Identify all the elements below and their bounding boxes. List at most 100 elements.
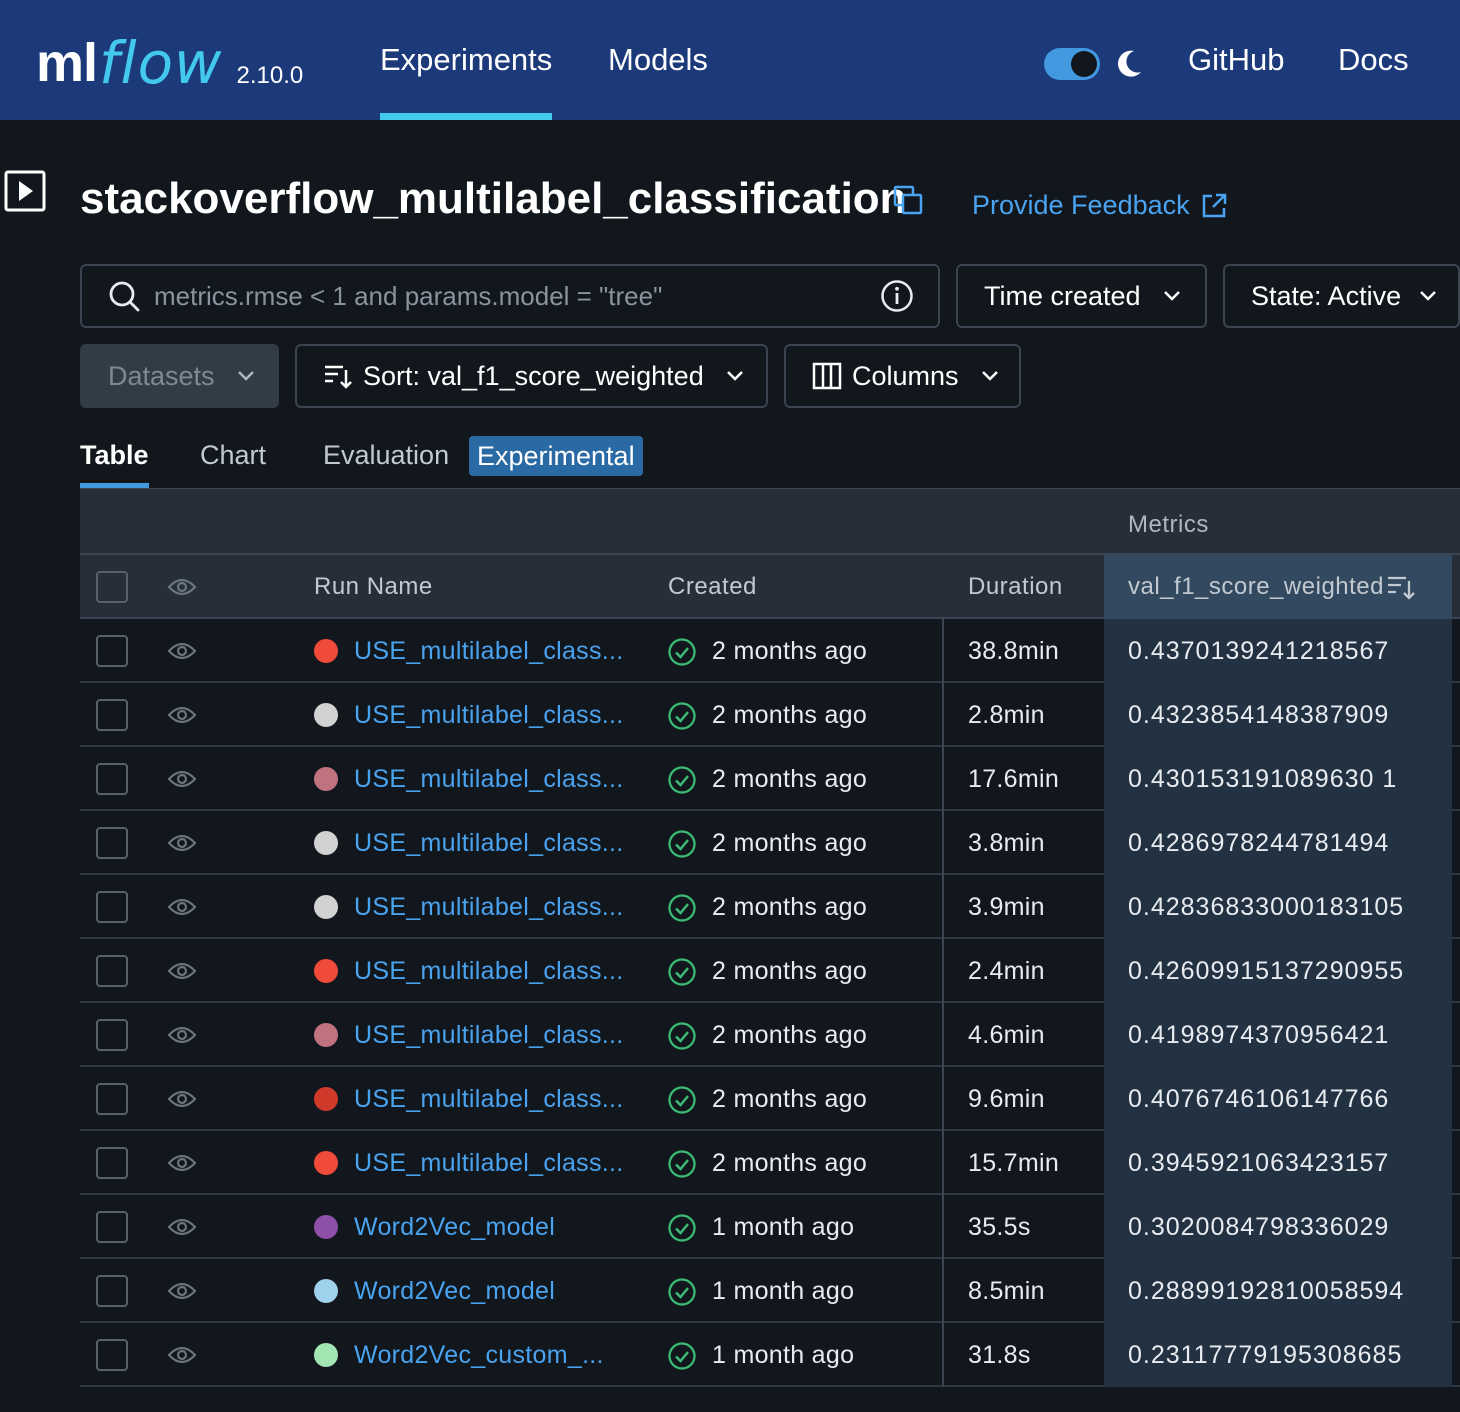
search-input[interactable] — [154, 280, 880, 312]
column-divider — [942, 1131, 944, 1195]
state-filter-dropdown[interactable]: State: Active — [1223, 264, 1460, 328]
row-checkbox[interactable] — [96, 891, 128, 923]
created-cell: 2 months ago — [712, 764, 868, 793]
copy-icon[interactable] — [892, 184, 924, 216]
table-row[interactable]: Word2Vec_custom_... 1 month ago 31.8s 0.231… — [80, 1323, 1460, 1387]
created-header[interactable]: Created — [668, 555, 757, 619]
column-divider — [942, 683, 944, 747]
run-color-dot[interactable] — [314, 1343, 338, 1367]
eye-icon[interactable] — [167, 1345, 197, 1365]
table-row[interactable]: USE_multilabel_class... 2 months ago 15.7m… — [80, 1131, 1460, 1195]
run-name-link[interactable]: USE_multilabel_class... — [354, 619, 624, 683]
eye-icon[interactable] — [167, 705, 197, 725]
run-color-dot[interactable] — [314, 1087, 338, 1111]
external-link-icon — [1202, 193, 1226, 217]
row-checkbox[interactable] — [96, 1339, 128, 1371]
run-name-header[interactable]: Run Name — [314, 555, 433, 619]
column-header-row: Run Name Created Duration val_f1_score_w… — [80, 555, 1460, 619]
docs-link[interactable]: Docs — [1338, 0, 1409, 120]
row-checkbox[interactable] — [96, 699, 128, 731]
table-row[interactable]: USE_multilabel_class... 2 months ago 3.9mi… — [80, 875, 1460, 939]
run-name-link[interactable]: Word2Vec_model — [354, 1195, 555, 1259]
eye-icon[interactable] — [167, 641, 197, 661]
eye-icon[interactable] — [167, 1281, 197, 1301]
mlflow-logo[interactable]: ml flow 2.10.0 — [36, 14, 303, 104]
row-checkbox[interactable] — [96, 635, 128, 667]
table-row[interactable]: Word2Vec_model 1 month ago 8.5min 0.2889919… — [80, 1259, 1460, 1323]
table-row[interactable]: USE_multilabel_class... 2 months ago 38.8m… — [80, 619, 1460, 683]
table-row[interactable]: USE_multilabel_class... 2 months ago 2.8mi… — [80, 683, 1460, 747]
select-all-checkbox[interactable] — [96, 571, 128, 603]
eye-icon[interactable] — [167, 577, 197, 597]
table-row[interactable]: USE_multilabel_class... 2 months ago 4.6mi… — [80, 1003, 1460, 1067]
run-color-dot[interactable] — [314, 1279, 338, 1303]
run-color-dot[interactable] — [314, 1151, 338, 1175]
run-name-link[interactable]: USE_multilabel_class... — [354, 747, 624, 811]
check-circle-icon — [668, 1086, 696, 1114]
run-color-dot[interactable] — [314, 831, 338, 855]
eye-icon[interactable] — [167, 1153, 197, 1173]
metric-cell: 0.42609915137290955 — [1128, 956, 1405, 985]
eye-icon[interactable] — [167, 897, 197, 917]
run-color-dot[interactable] — [314, 1215, 338, 1239]
run-name-link[interactable]: USE_multilabel_class... — [354, 875, 624, 939]
run-name-link[interactable]: Word2Vec_model — [354, 1259, 555, 1323]
sidebar-toggle-icon[interactable] — [4, 170, 46, 212]
run-name-link[interactable]: Word2Vec_custom_... — [354, 1323, 604, 1387]
row-checkbox[interactable] — [96, 1083, 128, 1115]
row-checkbox[interactable] — [96, 1275, 128, 1307]
columns-icon — [812, 362, 842, 390]
chevron-down-icon — [1163, 291, 1180, 301]
nav-experiments[interactable]: Experiments — [380, 0, 553, 120]
row-checkbox[interactable] — [96, 1147, 128, 1179]
sort-dropdown[interactable]: Sort: val_f1_score_weighted — [295, 344, 768, 408]
info-icon[interactable] — [880, 279, 914, 313]
duration-header[interactable]: Duration — [968, 555, 1063, 619]
search-box — [80, 264, 940, 328]
nav-models[interactable]: Models — [608, 0, 708, 120]
table-row[interactable]: USE_multilabel_class... 2 months ago 2.4mi… — [80, 939, 1460, 1003]
row-checkbox[interactable] — [96, 1019, 128, 1051]
table-row[interactable]: Word2Vec_model 1 month ago 35.5s 0.30200847… — [80, 1195, 1460, 1259]
github-link[interactable]: GitHub — [1188, 0, 1284, 120]
run-name-link[interactable]: USE_multilabel_class... — [354, 683, 624, 747]
run-color-dot[interactable] — [314, 959, 338, 983]
run-name-link[interactable]: USE_multilabel_class... — [354, 1067, 624, 1131]
datasets-dropdown[interactable]: Datasets — [80, 344, 279, 408]
run-name-link[interactable]: USE_multilabel_class... — [354, 1131, 624, 1195]
tab-chart[interactable]: Chart — [200, 440, 266, 488]
run-color-dot[interactable] — [314, 1023, 338, 1047]
eye-icon[interactable] — [167, 1089, 197, 1109]
row-checkbox[interactable] — [96, 1211, 128, 1243]
tab-table[interactable]: Table — [80, 440, 149, 488]
created-cell: 2 months ago — [712, 956, 868, 985]
dark-mode-toggle[interactable] — [1044, 48, 1100, 80]
row-checkbox[interactable] — [96, 827, 128, 859]
eye-icon[interactable] — [167, 961, 197, 981]
columns-label: Columns — [852, 360, 959, 391]
check-circle-icon — [668, 702, 696, 730]
table-row[interactable]: USE_multilabel_class... 2 months ago 17.6m… — [80, 747, 1460, 811]
time-created-dropdown[interactable]: Time created — [956, 264, 1207, 328]
eye-icon[interactable] — [167, 1025, 197, 1045]
tab-evaluation[interactable]: Evaluation — [323, 440, 449, 488]
run-name-link[interactable]: USE_multilabel_class... — [354, 939, 624, 1003]
metric-header[interactable]: val_f1_score_weighted — [1128, 555, 1416, 619]
run-color-dot[interactable] — [314, 639, 338, 663]
run-name-link[interactable]: USE_multilabel_class... — [354, 811, 624, 875]
table-row[interactable]: USE_multilabel_class... 2 months ago 9.6mi… — [80, 1067, 1460, 1131]
chevron-down-icon — [726, 371, 743, 381]
row-checkbox[interactable] — [96, 763, 128, 795]
provide-feedback-link[interactable]: Provide Feedback — [972, 190, 1228, 221]
table-row[interactable]: USE_multilabel_class... 2 months ago 3.8mi… — [80, 811, 1460, 875]
run-color-dot[interactable] — [314, 703, 338, 727]
columns-dropdown[interactable]: Columns — [784, 344, 1021, 408]
eye-icon[interactable] — [167, 769, 197, 789]
run-color-dot[interactable] — [314, 895, 338, 919]
row-checkbox[interactable] — [96, 955, 128, 987]
sort-descending-icon — [1388, 576, 1415, 600]
eye-icon[interactable] — [167, 1217, 197, 1237]
run-name-link[interactable]: USE_multilabel_class... — [354, 1003, 624, 1067]
eye-icon[interactable] — [167, 833, 197, 853]
run-color-dot[interactable] — [314, 767, 338, 791]
